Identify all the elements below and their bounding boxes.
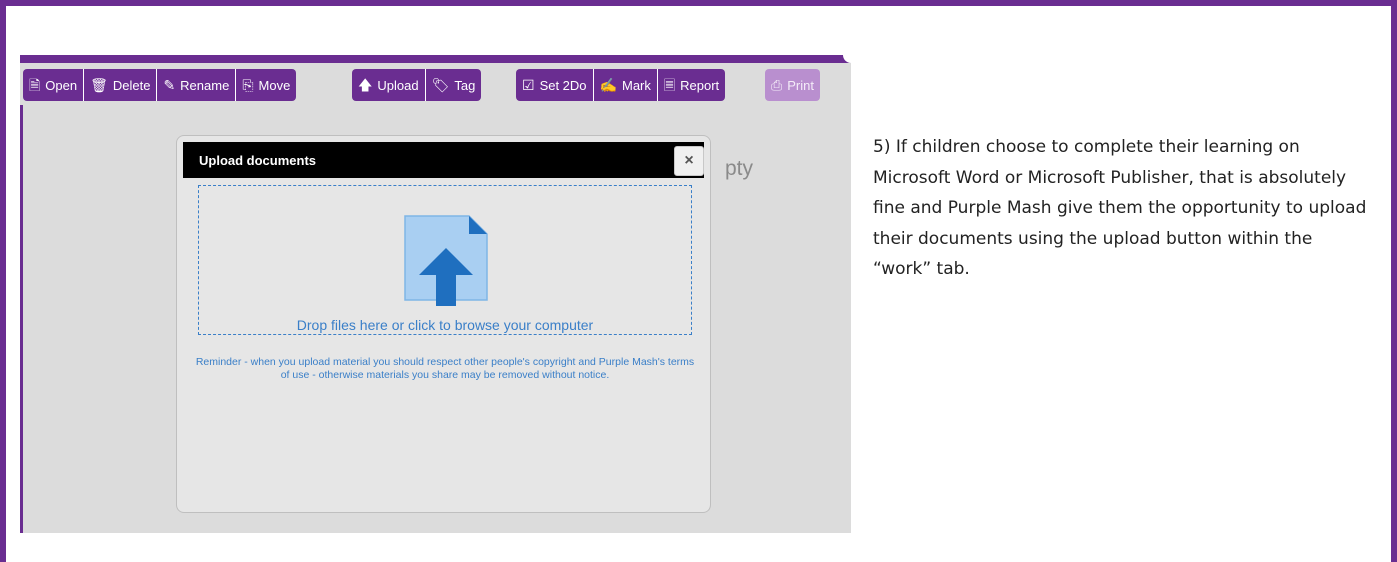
button-label: Report	[680, 77, 720, 93]
mark-button[interactable]: ✍ Mark	[592, 69, 657, 101]
close-button[interactable]: ×	[674, 146, 704, 176]
toolbar-group-file: 🗎 Open 🗑 Delete ✎ Rename ⎘ Move	[23, 69, 297, 101]
marker-icon: ✍	[599, 77, 617, 93]
upload-button[interactable]: 🡅 Upload	[352, 69, 425, 101]
clipboard-check-icon: ☑	[522, 77, 535, 93]
copyright-reminder: Reminder - when you upload material you …	[195, 356, 695, 381]
report-icon: 🗏	[663, 77, 676, 93]
button-label: Set 2Do	[539, 77, 587, 93]
tag-icon: 🏷	[431, 77, 450, 93]
move-button[interactable]: ⎘ Move	[235, 69, 296, 101]
toolbar-group-print: ⎙ Print	[765, 69, 820, 101]
button-label: Mark	[621, 77, 651, 93]
trash-icon: 🗑	[90, 77, 108, 93]
work-toolbar: 🗎 Open 🗑 Delete ✎ Rename ⎘ Move 🡅 Upload 🏷 Tag ☑ Se…	[20, 63, 851, 105]
purple-mash-screenshot: 🗎 Open 🗑 Delete ✎ Rename ⎘ Move 🡅 Upload 🏷 Tag ☑ Se…	[20, 55, 851, 533]
move-file-icon: ⎘	[242, 77, 254, 93]
rename-button[interactable]: ✎ Rename	[156, 69, 235, 101]
file-icon: 🗎	[29, 77, 41, 93]
slide-instruction-text: 5) If children choose to complete their …	[873, 137, 1367, 279]
toolbar-group-upload: 🡅 Upload 🏷 Tag	[352, 69, 482, 101]
slide-border-top	[0, 0, 1397, 6]
upload-arrow-icon: 🡅	[358, 77, 373, 93]
screenshot-left-edge	[20, 55, 23, 533]
dropzone-text: Drop files here or click to browse your …	[296, 317, 594, 333]
dialog-header: Upload documents ×	[183, 142, 704, 178]
printer-icon: ⎙	[771, 77, 783, 93]
file-upload-icon	[404, 215, 488, 306]
button-label: Tag	[454, 77, 476, 93]
dialog-title: Upload documents	[199, 153, 317, 168]
delete-button[interactable]: 🗑 Delete	[83, 69, 156, 101]
upload-documents-dialog: Upload documents × Drop files here or cl…	[176, 135, 711, 513]
slide-border-right	[1391, 0, 1397, 562]
toolbar-group-2do: ☑ Set 2Do ✍ Mark 🗏 Report	[516, 69, 726, 101]
file-dropzone[interactable]: Drop files here or click to browse your …	[198, 185, 692, 335]
empty-folder-text: pty	[725, 157, 754, 180]
print-button[interactable]: ⎙ Print	[765, 69, 820, 101]
slide-border-left	[0, 0, 6, 562]
open-button[interactable]: 🗎 Open	[23, 69, 83, 101]
toolbar-top-strip	[20, 55, 851, 63]
button-label: Upload	[377, 77, 419, 93]
button-label: Print	[787, 77, 814, 93]
tag-button[interactable]: 🏷 Tag	[424, 69, 482, 101]
pencil-icon: ✎	[163, 77, 176, 93]
button-label: Open	[45, 77, 78, 93]
button-label: Rename	[180, 77, 230, 93]
button-label: Move	[258, 77, 291, 93]
set-2do-button[interactable]: ☑ Set 2Do	[516, 69, 593, 101]
button-label: Delete	[112, 77, 151, 93]
report-button[interactable]: 🗏 Report	[656, 69, 725, 101]
